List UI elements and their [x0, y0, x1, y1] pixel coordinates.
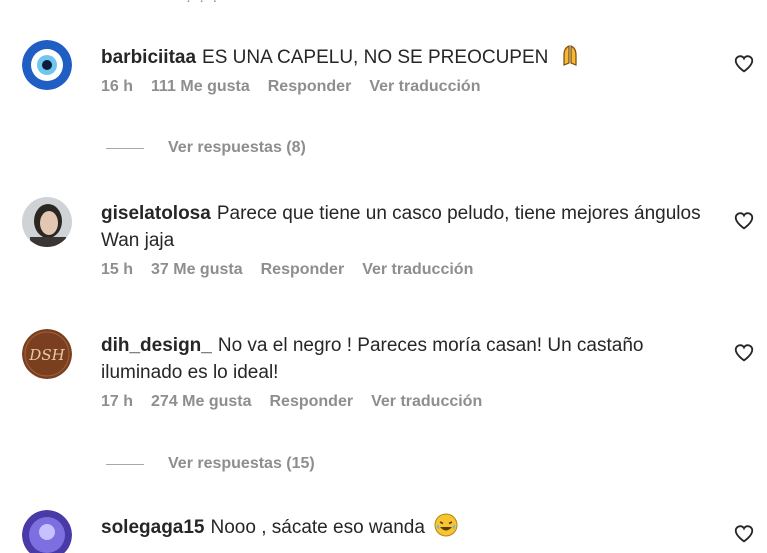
comment-text: ES UNA CAPELU, NO SE PREOCUPEN: [202, 47, 549, 68]
view-replies-button[interactable]: Ver respuestas (15): [106, 455, 315, 473]
comment-username[interactable]: dih_design_: [101, 335, 212, 356]
pray-emoji-icon: [563, 45, 577, 66]
cut-off-text: · · ·: [186, 0, 220, 9]
replies-divider: [106, 147, 144, 149]
evil-eye-avatar-icon: [22, 40, 72, 90]
svg-text:DSH: DSH: [28, 346, 65, 364]
laughing-emoji-icon: [434, 513, 458, 537]
comment-time: 15 h: [101, 261, 134, 278]
reply-button[interactable]: Responder: [270, 393, 354, 411]
comment-time: 17 h: [101, 393, 134, 410]
reply-button[interactable]: Responder: [261, 261, 345, 279]
profile-photo-icon: [22, 510, 72, 553]
comment-username[interactable]: barbiciitaa: [101, 47, 196, 68]
like-heart-icon[interactable]: [733, 342, 755, 364]
view-replies-label: Ver respuestas (15): [168, 455, 315, 472]
avatar[interactable]: [22, 40, 72, 90]
replies-divider: [106, 463, 144, 465]
avatar[interactable]: [22, 510, 72, 553]
translate-button[interactable]: Ver traducción: [371, 393, 482, 411]
comment-time: 16 h: [101, 78, 134, 95]
dih-design-logo-icon: DSH: [22, 329, 72, 379]
likes-count[interactable]: 111 Me gusta: [151, 78, 250, 96]
likes-count[interactable]: 37 Me gusta: [151, 261, 243, 279]
translate-button[interactable]: Ver traducción: [369, 78, 480, 96]
profile-photo-icon: [22, 197, 72, 247]
reply-button[interactable]: Responder: [268, 78, 352, 96]
like-heart-icon[interactable]: [733, 523, 755, 545]
like-heart-icon[interactable]: [733, 210, 755, 232]
avatar[interactable]: DSH: [22, 329, 72, 379]
comment-username[interactable]: solegaga15: [101, 517, 205, 538]
comment-username[interactable]: giselatolosa: [101, 203, 211, 224]
like-heart-icon[interactable]: [733, 53, 755, 75]
avatar[interactable]: [22, 197, 72, 247]
view-replies-button[interactable]: Ver respuestas (8): [106, 139, 306, 157]
translate-button[interactable]: Ver traducción: [362, 261, 473, 279]
view-replies-label: Ver respuestas (8): [168, 139, 306, 156]
likes-count[interactable]: 274 Me gusta: [151, 393, 251, 411]
comment-text: Nooo , sácate eso wanda: [210, 517, 425, 538]
